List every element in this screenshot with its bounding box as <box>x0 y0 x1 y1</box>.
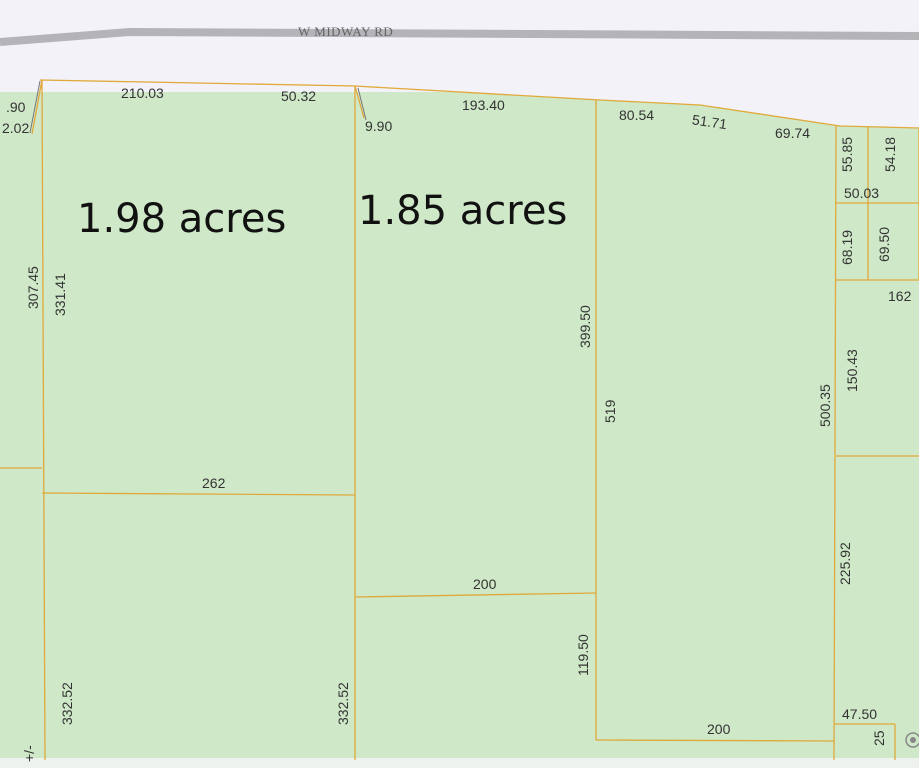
dim-label: 500.35 <box>817 384 833 427</box>
parcel-acres-label: 1.85 acres <box>358 188 567 234</box>
dim-label: 50.32 <box>281 88 316 104</box>
dim-label: 80.54 <box>619 107 654 123</box>
dim-label: 2.02 <box>2 120 29 136</box>
dim-label: 262 <box>202 475 226 491</box>
dim-label: 307.45 <box>25 266 41 309</box>
parcel-acres-label: 1.98 acres <box>77 196 286 242</box>
parcel-map-canvas: W MIDWAY RD 1.98 acres 1.85 acres .90 2.… <box>0 0 919 768</box>
dim-label: 54.18 <box>882 137 898 172</box>
dim-label: 47.50 <box>842 706 877 722</box>
dim-label: 68.19 <box>839 230 855 265</box>
dim-label: 25 <box>871 730 887 746</box>
dim-label: 399.50 <box>577 305 593 348</box>
dim-label: 150.43 <box>844 349 860 392</box>
dim-label: 9.90 <box>365 118 392 134</box>
dim-label: 69.74 <box>775 125 810 141</box>
dim-label: 519 <box>602 399 618 423</box>
road-name-label: W MIDWAY RD <box>298 24 393 39</box>
dim-label: 162 <box>888 288 912 304</box>
dim-label: 331.41 <box>52 273 68 316</box>
dim-label: 332.52 <box>335 682 351 725</box>
dim-label: +/- <box>21 745 37 762</box>
dim-label: 50.03 <box>844 185 879 201</box>
dim-label: 69.50 <box>876 227 892 262</box>
dim-label: .90 <box>6 99 26 115</box>
dim-label: 200 <box>473 576 497 592</box>
parcel-map[interactable]: W MIDWAY RD 1.98 acres 1.85 acres .90 2.… <box>0 0 919 768</box>
dim-label: 210.03 <box>121 85 164 101</box>
dim-label: 55.85 <box>839 137 855 172</box>
dim-label: 119.50 <box>575 634 591 676</box>
dim-label: 225.92 <box>837 542 853 585</box>
dim-label: 193.40 <box>462 97 505 113</box>
dim-label: 200 <box>707 721 731 737</box>
bottom-strip <box>0 758 919 768</box>
dim-label: 332.52 <box>59 682 75 725</box>
